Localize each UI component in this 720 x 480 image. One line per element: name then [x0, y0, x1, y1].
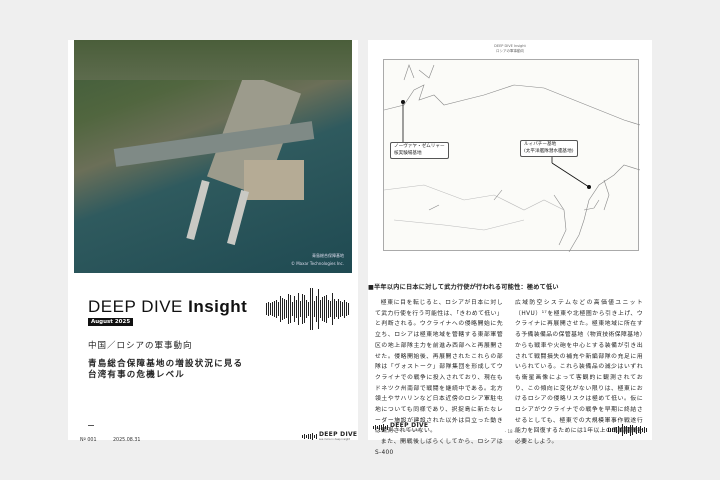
wave-bar — [624, 425, 625, 435]
wave-bar — [282, 297, 283, 321]
issue-number: Nº 001 — [80, 438, 97, 443]
wave-bar — [310, 433, 311, 440]
wave-bar — [642, 427, 643, 433]
wave-bar — [638, 427, 639, 433]
wave-bar — [326, 294, 327, 324]
wave-bar — [286, 299, 287, 319]
wave-bar — [316, 433, 317, 440]
running-head: DEEP DIVE Insight ロシアの軍事動向 — [494, 44, 526, 53]
wave-bar — [314, 301, 315, 317]
wave-bar — [296, 299, 297, 319]
wave-bar — [610, 427, 611, 433]
date-badge: August 2025 — [88, 318, 134, 326]
wave-bar — [320, 300, 321, 318]
logo-waveform-icon — [302, 432, 317, 441]
cover-page: 青島総合保障基地 © Maxar Technologies Inc. DEEP … — [68, 40, 358, 443]
wave-bar — [630, 424, 631, 436]
wave-bar — [628, 426, 629, 434]
wave-bar — [346, 302, 347, 316]
wave-bar — [306, 434, 307, 439]
wave-bar — [636, 426, 637, 434]
wave-bar — [298, 292, 299, 325]
wave-bar — [618, 426, 619, 434]
wave-bar — [268, 302, 269, 316]
divider — [88, 425, 94, 426]
wave-bar — [330, 301, 331, 317]
wave-bar — [290, 294, 291, 324]
map-label-novaya-zemlya: ノーヴァヤ・ゼムリャー 核実験場基地 — [390, 142, 449, 159]
wave-bar — [312, 433, 313, 440]
issue-date: 2025.08.31 — [113, 438, 141, 443]
wave-bar — [294, 296, 295, 322]
wave-bar — [344, 300, 345, 318]
wave-bar — [620, 427, 621, 433]
brand-logo: DEEP DIVE see more in deep insight — [302, 432, 357, 441]
wave-bar — [302, 294, 303, 324]
wave-bar — [338, 299, 339, 319]
wave-bar — [308, 302, 309, 316]
wave-bar — [640, 426, 641, 434]
section-heading: ■半年以内に日本に対して武力行使が行われる可能性：極めて低い — [368, 284, 559, 291]
wave-bar — [304, 434, 305, 439]
wave-bar — [288, 293, 289, 325]
headline: 青島総合保障基地の増設状況に見る 台湾有事の危機レベル — [88, 359, 244, 380]
wave-bar — [292, 301, 293, 316]
waveform-graphic — [266, 287, 349, 331]
wave-bar — [608, 428, 609, 432]
wave-bar — [336, 301, 337, 317]
wave-bar — [314, 434, 315, 439]
wave-bar — [322, 297, 323, 321]
wave-bar — [622, 424, 623, 436]
wave-bar — [318, 288, 319, 330]
waveform-graphic — [608, 424, 647, 436]
wave-bar — [340, 301, 341, 317]
wave-bar — [272, 302, 273, 316]
wave-bar — [310, 288, 311, 330]
wave-bar — [614, 427, 615, 433]
wave-bar — [278, 302, 279, 316]
satellite-photo: 青島総合保障基地 © Maxar Technologies Inc. — [74, 40, 352, 273]
wave-bar — [306, 300, 307, 318]
wave-bar — [634, 427, 635, 433]
publication-title: DEEP DIVE Insight — [88, 297, 248, 316]
body-column-left: 極東に目を転じると、ロシアが日本に対して武力行使を行う可能性は、「きわめて低い」… — [375, 300, 503, 456]
wave-bar — [280, 295, 281, 323]
wave-bar — [334, 298, 335, 320]
wave-bar — [348, 302, 349, 316]
wave-bar — [328, 299, 329, 319]
wave-bar — [332, 293, 333, 325]
photo-caption: 青島総合保障基地 — [312, 253, 344, 258]
wave-bar — [612, 428, 613, 432]
article-page: DEEP DIVE Insight ロシアの軍事動向 ノーヴァヤ・ゼムリャー 核実験… — [368, 40, 652, 456]
wave-bar — [316, 296, 317, 322]
wave-bar — [626, 426, 627, 434]
subtitle: 中国／ロシアの軍事動向 — [88, 341, 193, 351]
wave-bar — [270, 302, 271, 316]
wave-bar — [308, 434, 309, 439]
wave-bar — [342, 302, 343, 316]
wave-bar — [266, 303, 267, 315]
wave-bar — [312, 287, 313, 331]
wave-bar — [646, 427, 647, 433]
wave-bar — [324, 295, 325, 323]
wave-bar — [302, 435, 303, 438]
wave-bar — [304, 295, 305, 323]
eurasia-map: ノーヴァヤ・ゼムリャー 核実験場基地 ルィバチー基地 (太平洋艦隊潜水艦基地) — [383, 59, 641, 253]
map-label-rybachiy: ルィバチー基地 (太平洋艦隊潜水艦基地) — [520, 140, 578, 157]
wave-bar — [300, 300, 301, 318]
photo-credit: © Maxar Technologies Inc. — [290, 261, 344, 266]
wave-bar — [284, 298, 285, 320]
wave-bar — [274, 300, 275, 318]
wave-bar — [616, 426, 617, 434]
wave-bar — [644, 427, 645, 433]
wave-bar — [632, 425, 633, 435]
wave-bar — [276, 300, 277, 318]
